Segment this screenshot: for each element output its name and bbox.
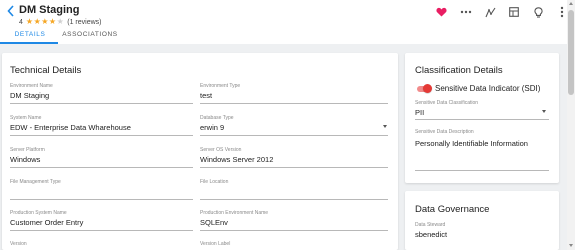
chevron-down-icon[interactable] [383,125,387,128]
field-value[interactable]: PII [415,108,424,117]
rating-row: 4 ★ ★ ★ ★ ★ (1 reviews) [19,17,102,27]
field-label: File Location [200,179,229,185]
field-label: Version Label [200,241,231,247]
star-icon[interactable]: ★ [41,18,48,26]
lightbulb-icon[interactable] [529,3,547,21]
field-label: Data Steward [415,222,446,228]
rating-value: 4 [19,18,23,26]
field-value[interactable]: DM Staging [10,91,49,100]
field-label: Environment Type [200,83,241,89]
field-underline [10,135,193,136]
reviews-count[interactable]: (1 reviews) [67,19,101,26]
field-label: Server Platform [10,147,45,153]
page-scrollbar[interactable] [567,0,575,250]
field-underline [10,103,193,104]
field-underline [200,135,388,136]
field-underline [200,103,388,104]
field-label: Environment Name [10,83,53,89]
field-value[interactable]: Windows Server 2012 [200,155,273,164]
field-label: Sensitive Data Description [415,129,474,135]
star-icon[interactable]: ★ [34,18,41,26]
header-actions [425,3,575,21]
data-governance-title: Data Governance [415,204,490,215]
lineage-icon[interactable] [481,3,499,21]
field-value[interactable]: Customer Order Entry [10,218,83,227]
technical-details-card: Technical Details Environment Name DM St… [2,53,398,250]
page-header: DM Staging 4 ★ ★ ★ ★ ★ (1 reviews) DETAI… [0,0,575,44]
field-label: System Name [10,115,42,121]
field-value[interactable]: Personally Identifiable Information [415,139,528,148]
tab-associations[interactable]: ASSOCIATIONS [58,31,122,44]
field-value[interactable]: SQLEnv [200,218,228,227]
field-underline [200,199,388,200]
scroll-thumb[interactable] [568,10,574,95]
field-underline [200,167,388,168]
field-label: Production Environment Name [200,210,269,216]
table-icon[interactable] [505,3,523,21]
star-icon[interactable]: ★ [49,18,56,26]
scroll-up-arrow-icon[interactable] [568,2,573,5]
field-underline [10,167,193,168]
field-label: Server OS Version [200,147,242,153]
heart-icon[interactable] [432,3,450,21]
sdi-toggle[interactable] [416,84,432,93]
technical-details-title: Technical Details [10,65,82,76]
field-label: Sensitive Data Classification [415,100,479,106]
classification-details-title: Classification Details [415,65,503,76]
star-icon[interactable]: ★ [26,18,33,26]
more-horizontal-icon[interactable] [457,3,475,21]
field-underline [10,199,193,200]
field-value[interactable]: erwin 9 [200,123,224,132]
active-tab-indicator [0,42,58,44]
field-underline [415,119,549,120]
sdi-toggle-label: Sensitive Data Indicator (SDI) [435,84,541,93]
field-label: Database Type [200,115,234,121]
field-value[interactable]: Windows [10,155,40,164]
chevron-down-icon[interactable] [542,110,546,113]
data-governance-card: Data Governance Data Steward sbenedict [405,191,559,250]
toggle-knob [423,84,432,93]
scroll-down-arrow-icon[interactable] [568,244,573,247]
field-value[interactable]: EDW - Enterprise Data Wharehouse [10,123,131,132]
field-label: Version [10,241,27,247]
field-underline [415,170,549,171]
field-underline [200,230,388,231]
field-value[interactable]: sbenedict [415,230,447,239]
page-title: DM Staging [19,4,80,16]
field-label: Production System Name [10,210,67,216]
classification-details-card: Classification Details Sensitive Data In… [405,53,559,183]
field-underline [10,230,193,231]
star-rating[interactable]: ★ ★ ★ ★ ★ [26,18,64,26]
field-label: File Management Type [10,179,61,185]
star-icon[interactable]: ★ [57,18,64,26]
chevron-left-icon[interactable] [6,5,16,17]
field-value[interactable]: test [200,91,212,100]
